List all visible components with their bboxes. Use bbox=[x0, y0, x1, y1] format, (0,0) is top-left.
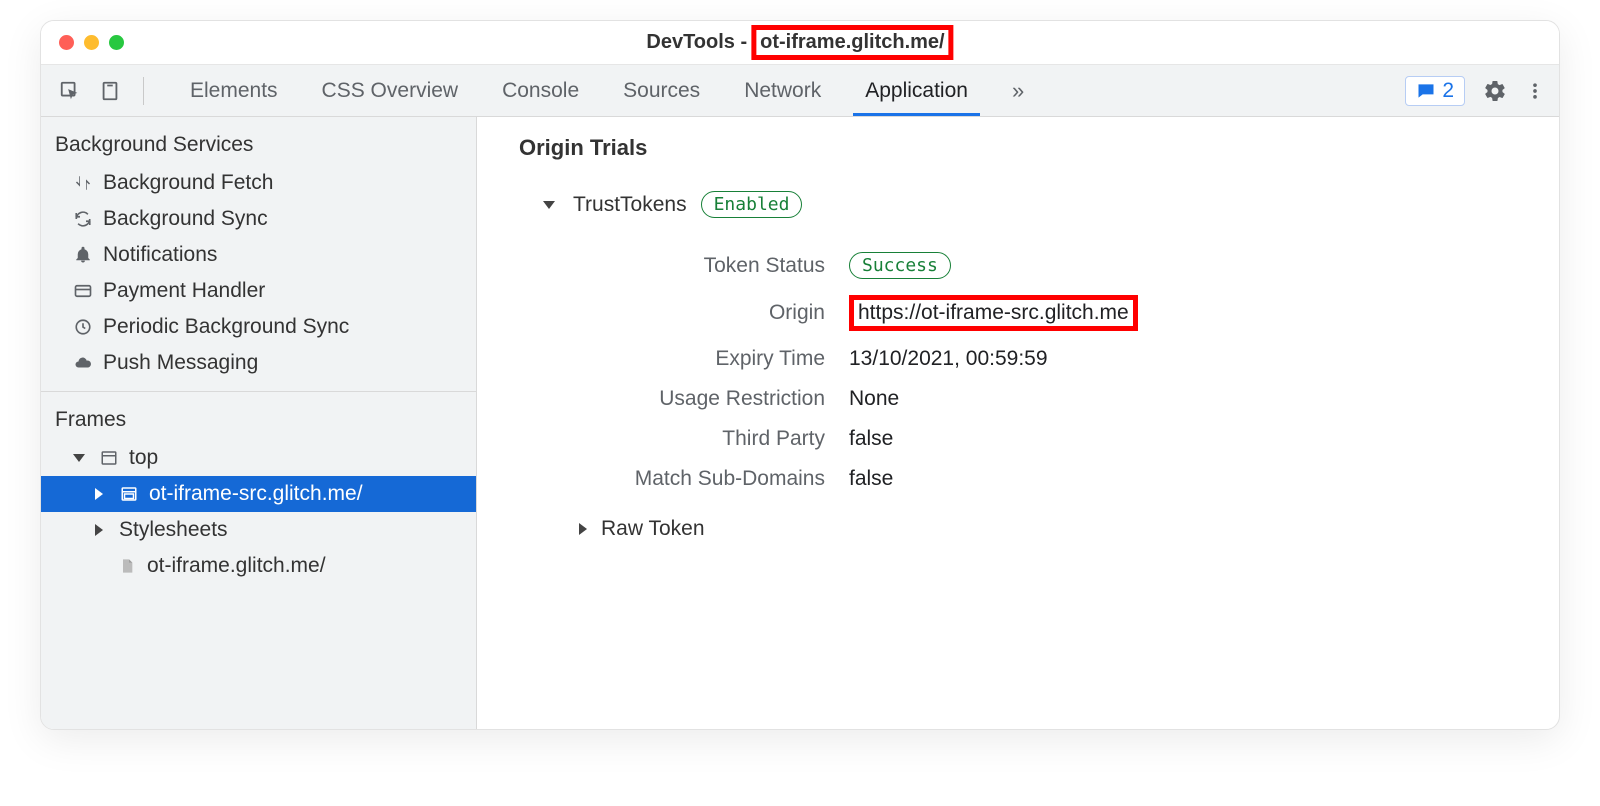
disclosure-triangle-icon bbox=[95, 488, 103, 500]
frames-leaf-label: ot-iframe.glitch.me/ bbox=[147, 554, 326, 578]
content-area: Background Services Background Fetch Bac… bbox=[41, 117, 1559, 729]
value-third-party: false bbox=[849, 427, 893, 451]
sidebar-item-label: Periodic Background Sync bbox=[103, 315, 349, 339]
disclosure-triangle-icon bbox=[543, 201, 555, 209]
cloud-icon bbox=[73, 354, 93, 372]
value-match-subdomains: false bbox=[849, 467, 893, 491]
toolbar: Elements CSS Overview Console Sources Ne… bbox=[41, 65, 1559, 117]
row-expiry-time: Expiry Time 13/10/2021, 00:59:59 bbox=[519, 339, 1529, 379]
fetch-icon bbox=[73, 174, 93, 192]
traffic-lights bbox=[59, 35, 124, 50]
sidebar-item-background-fetch[interactable]: Background Fetch bbox=[41, 165, 476, 201]
message-icon bbox=[1416, 81, 1436, 101]
tab-application[interactable]: Application bbox=[843, 65, 990, 116]
label-token-status: Token Status bbox=[519, 254, 849, 278]
frames-stylesheets-item[interactable]: Stylesheets bbox=[41, 512, 476, 548]
window-title-prefix: DevTools - bbox=[646, 31, 747, 54]
document-icon bbox=[117, 557, 137, 575]
frames-iframe-item[interactable]: ot-iframe-src.glitch.me/ bbox=[41, 476, 476, 512]
tab-css-overview[interactable]: CSS Overview bbox=[300, 65, 481, 116]
sync-icon bbox=[73, 210, 93, 228]
sidebar-item-push-messaging[interactable]: Push Messaging bbox=[41, 345, 476, 381]
origin-trials-heading: Origin Trials bbox=[519, 135, 1529, 161]
value-usage-restriction: None bbox=[849, 387, 899, 411]
window-maximize-button[interactable] bbox=[109, 35, 124, 50]
row-usage-restriction: Usage Restriction None bbox=[519, 379, 1529, 419]
inspect-element-icon[interactable] bbox=[59, 80, 81, 102]
tab-strip: Elements CSS Overview Console Sources Ne… bbox=[168, 65, 1046, 116]
frames-top-label: top bbox=[129, 446, 158, 470]
row-token-status: Token Status Success bbox=[519, 244, 1529, 287]
disclosure-triangle-icon bbox=[95, 524, 103, 536]
trial-header[interactable]: TrustTokens Enabled bbox=[519, 191, 1529, 218]
sidebar-item-label: Payment Handler bbox=[103, 279, 265, 303]
label-origin: Origin bbox=[519, 301, 849, 325]
sidebar-item-background-sync[interactable]: Background Sync bbox=[41, 201, 476, 237]
devtools-window: DevTools - ot-iframe.glitch.me/ Elements… bbox=[40, 20, 1560, 730]
tabs-overflow-button[interactable]: » bbox=[990, 65, 1046, 116]
window-title-url: ot-iframe.glitch.me/ bbox=[751, 25, 953, 60]
frames-iframe-label: ot-iframe-src.glitch.me/ bbox=[149, 482, 363, 506]
disclosure-triangle-icon bbox=[579, 523, 587, 535]
label-third-party: Third Party bbox=[519, 427, 849, 451]
settings-icon[interactable] bbox=[1483, 79, 1507, 103]
iframe-icon bbox=[119, 485, 139, 503]
frames-section: Frames top ot-iframe-src.glitch.me/ bbox=[41, 392, 476, 729]
sidebar-item-label: Background Fetch bbox=[103, 171, 273, 195]
sidebar: Background Services Background Fetch Bac… bbox=[41, 117, 477, 729]
frames-leaf-item[interactable]: ot-iframe.glitch.me/ bbox=[41, 548, 476, 584]
row-match-subdomains: Match Sub-Domains false bbox=[519, 459, 1529, 499]
window-title: DevTools - ot-iframe.glitch.me/ bbox=[646, 25, 953, 60]
row-third-party: Third Party false bbox=[519, 419, 1529, 459]
trial-name: TrustTokens bbox=[573, 193, 687, 217]
window-minimize-button[interactable] bbox=[84, 35, 99, 50]
tab-network[interactable]: Network bbox=[722, 65, 843, 116]
titlebar: DevTools - ot-iframe.glitch.me/ bbox=[41, 21, 1559, 65]
device-toggle-icon[interactable] bbox=[99, 80, 121, 102]
frames-top-item[interactable]: top bbox=[41, 440, 476, 476]
frames-title: Frames bbox=[41, 404, 476, 440]
value-expiry-time: 13/10/2021, 00:59:59 bbox=[849, 347, 1048, 371]
toolbar-left bbox=[59, 65, 168, 116]
tab-console[interactable]: Console bbox=[480, 65, 601, 116]
window-icon bbox=[99, 449, 119, 467]
kebab-menu-icon[interactable] bbox=[1525, 79, 1545, 103]
disclosure-triangle-icon bbox=[73, 454, 85, 462]
messages-badge[interactable]: 2 bbox=[1405, 76, 1465, 106]
sidebar-item-label: Background Sync bbox=[103, 207, 268, 231]
tab-elements[interactable]: Elements bbox=[168, 65, 300, 116]
clock-icon bbox=[73, 318, 93, 336]
messages-count: 2 bbox=[1442, 79, 1454, 103]
sidebar-item-label: Push Messaging bbox=[103, 351, 258, 375]
label-expiry-time: Expiry Time bbox=[519, 347, 849, 371]
tab-sources[interactable]: Sources bbox=[601, 65, 722, 116]
value-origin: https://ot-iframe-src.glitch.me bbox=[849, 295, 1138, 331]
raw-token-label: Raw Token bbox=[601, 517, 705, 541]
sidebar-item-periodic-background-sync[interactable]: Periodic Background Sync bbox=[41, 309, 476, 345]
sidebar-item-payment-handler[interactable]: Payment Handler bbox=[41, 273, 476, 309]
trial-status-pill: Enabled bbox=[701, 191, 803, 218]
raw-token-row[interactable]: Raw Token bbox=[519, 499, 1529, 541]
credit-card-icon bbox=[73, 282, 93, 300]
background-services-title: Background Services bbox=[41, 129, 476, 165]
bell-icon bbox=[73, 246, 93, 264]
toolbar-right: 2 bbox=[1405, 65, 1551, 116]
frames-stylesheets-label: Stylesheets bbox=[119, 518, 228, 542]
sidebar-item-notifications[interactable]: Notifications bbox=[41, 237, 476, 273]
background-services-section: Background Services Background Fetch Bac… bbox=[41, 117, 476, 392]
label-match-subdomains: Match Sub-Domains bbox=[519, 467, 849, 491]
label-usage-restriction: Usage Restriction bbox=[519, 387, 849, 411]
value-token-status: Success bbox=[849, 252, 951, 279]
toolbar-divider bbox=[143, 77, 144, 105]
main-panel: Origin Trials TrustTokens Enabled Token … bbox=[477, 117, 1559, 729]
row-origin: Origin https://ot-iframe-src.glitch.me bbox=[519, 287, 1529, 339]
sidebar-item-label: Notifications bbox=[103, 243, 217, 267]
window-close-button[interactable] bbox=[59, 35, 74, 50]
